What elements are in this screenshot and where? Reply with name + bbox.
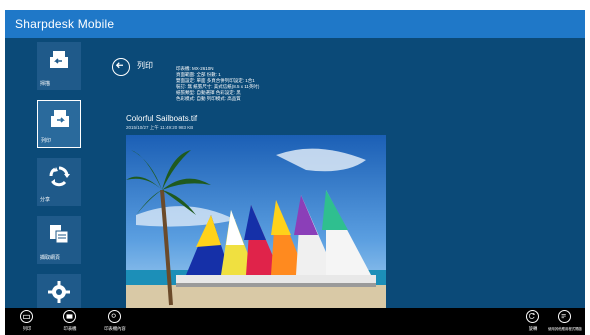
print-icon xyxy=(51,110,69,127)
print-icon xyxy=(20,310,33,323)
app-title: Sharpdesk Mobile xyxy=(15,17,115,31)
sidebar-item-print[interactable]: 列印 xyxy=(37,100,81,148)
printer-button-label: 印表機 xyxy=(63,326,77,331)
settings-icon xyxy=(48,281,70,303)
app-window: Sharpdesk Mobile 掃描 列印 分享 擷取網頁 列印 印表機: M… xyxy=(5,10,585,335)
image-preview xyxy=(126,135,386,308)
capture-webpage-icon xyxy=(50,225,69,244)
file-name: Colorful Sailboats.tif xyxy=(126,114,198,123)
printer-properties-icon xyxy=(108,310,121,323)
page-title: 列印 xyxy=(137,61,153,70)
sidebar-item-label: 分享 xyxy=(40,197,51,203)
open-with-button[interactable]: 使用其他應用程式開啟 xyxy=(545,308,585,335)
title-bar: Sharpdesk Mobile xyxy=(5,10,585,38)
printer-properties-button-label: 印表機內容 xyxy=(104,326,126,331)
open-with-icon xyxy=(558,310,571,323)
back-button[interactable] xyxy=(112,58,130,76)
sidebar-item-label: 掃描 xyxy=(40,81,51,87)
app-bar: 列印 印表機 印表機內容 旋轉 使用其他應用程式開啟 xyxy=(5,308,585,335)
share-icon xyxy=(49,166,70,187)
print-button-label: 列印 xyxy=(22,326,32,331)
sailboats-image xyxy=(126,135,386,308)
scan-icon xyxy=(50,51,68,68)
print-settings-summary: 印表機: MX-2610N 頁面範圍: 全部 份數: 1 雙面設定: 單面 多頁… xyxy=(176,66,259,103)
file-meta: 2015/10/27 上午 11:49:20 983 KB xyxy=(126,125,194,130)
main-content: 列印 印表機: MX-2610N 頁面範圍: 全部 份數: 1 雙面設定: 單面… xyxy=(97,38,585,308)
print-button[interactable]: 列印 xyxy=(7,308,47,335)
sidebar-item-label: 列印 xyxy=(41,138,52,144)
printer-icon xyxy=(63,310,76,323)
sidebar: 掃描 列印 分享 擷取網頁 xyxy=(5,38,97,322)
sidebar-item-scan[interactable]: 掃描 xyxy=(37,42,81,90)
back-arrow-icon xyxy=(115,62,123,69)
sidebar-item-label: 擷取網頁 xyxy=(40,255,61,261)
open-with-button-label: 使用其他應用程式開啟 xyxy=(548,327,582,331)
rotate-icon xyxy=(526,310,539,323)
printer-button[interactable]: 印表機 xyxy=(50,308,90,335)
printer-properties-button[interactable]: 印表機內容 xyxy=(95,308,135,335)
sidebar-item-share[interactable]: 分享 xyxy=(37,158,81,206)
sidebar-item-capture-webpage[interactable]: 擷取網頁 xyxy=(37,216,81,264)
print-info-line: 色彩模式: 自動 列印模式: 高品質 xyxy=(176,96,241,102)
